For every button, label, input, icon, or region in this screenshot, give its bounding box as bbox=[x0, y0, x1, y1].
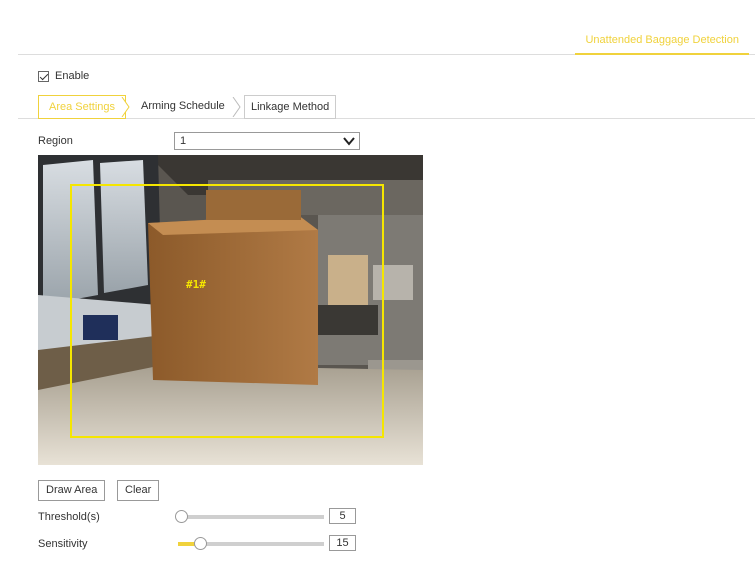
region-tag: #1# bbox=[186, 278, 206, 291]
enable-checkbox[interactable] bbox=[38, 70, 49, 82]
chevron-right-icon bbox=[230, 96, 244, 118]
sensitivity-label: Sensitivity bbox=[38, 538, 88, 550]
chevron-right-icon bbox=[119, 96, 133, 118]
threshold-slider[interactable] bbox=[174, 510, 324, 523]
tab-arming-schedule[interactable]: Arming Schedule bbox=[135, 95, 231, 119]
threshold-value[interactable]: 5 bbox=[329, 508, 356, 524]
sensitivity-slider[interactable] bbox=[178, 537, 324, 550]
top-tab-bar: Unattended Baggage Detection bbox=[18, 0, 755, 55]
enable-row: Enable bbox=[38, 70, 89, 82]
sensitivity-value[interactable]: 15 bbox=[329, 535, 356, 551]
region-select[interactable]: 1 bbox=[174, 132, 360, 150]
tab-unattended-baggage-detection[interactable]: Unattended Baggage Detection bbox=[575, 31, 749, 55]
tab-linkage-method[interactable]: Linkage Method bbox=[244, 95, 337, 119]
draw-area-button[interactable]: Draw Area bbox=[38, 480, 106, 501]
clear-button[interactable]: Clear bbox=[117, 480, 160, 501]
enable-label: Enable bbox=[55, 70, 90, 82]
threshold-label: Threshold(s) bbox=[38, 511, 100, 523]
chevron-down-icon bbox=[343, 137, 355, 146]
tab-area-settings[interactable]: Area Settings bbox=[38, 95, 127, 119]
camera-view[interactable]: #1# bbox=[38, 155, 423, 465]
region-select-value: 1 bbox=[180, 135, 187, 147]
sub-tabs: Area Settings Arming Schedule Linkage Me… bbox=[18, 95, 755, 119]
threshold-slider-thumb[interactable] bbox=[174, 510, 188, 523]
region-label: Region bbox=[38, 135, 73, 147]
camera-image: #1# bbox=[38, 155, 423, 465]
sensitivity-slider-thumb[interactable] bbox=[193, 537, 207, 550]
